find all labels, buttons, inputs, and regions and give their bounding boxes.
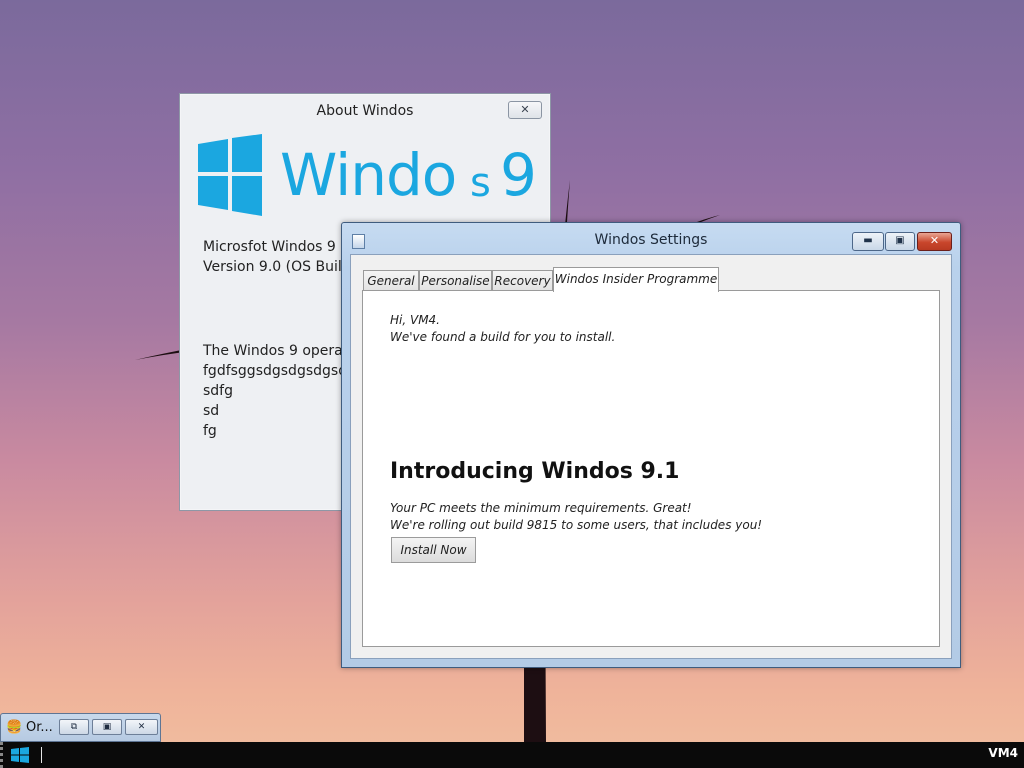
windows-logo-icon [198, 134, 262, 216]
logo-wordmark: Windo [280, 141, 457, 209]
tab-recovery[interactable]: Recovery [492, 270, 553, 291]
start-button[interactable] [0, 742, 36, 768]
windows-logo-icon [11, 747, 29, 763]
headline: Introducing Windos 9.1 [390, 459, 680, 484]
minimize-button[interactable]: ▬ [852, 232, 884, 251]
about-close-button[interactable]: ✕ [508, 101, 542, 119]
maximize-icon: ▣ [895, 235, 905, 246]
maximize-button[interactable]: ▣ [92, 719, 122, 735]
install-now-button[interactable]: Install Now [391, 537, 476, 563]
settings-body: General Personalise Recovery Windos Insi… [350, 254, 952, 659]
version-info: Microsfot Windos 9 S Version 9.0 (OS Bui… [203, 237, 351, 277]
user-label[interactable]: VM4 [988, 746, 1018, 760]
close-icon: ✕ [929, 234, 940, 247]
minimized-window-title[interactable]: Or... [26, 720, 53, 735]
tab-windos-insider-programme[interactable]: Windos Insider Programme [553, 267, 719, 292]
about-window-title: About Windos [316, 103, 414, 119]
taskbar: VM4 [0, 742, 1024, 768]
close-icon: ✕ [520, 103, 530, 116]
about-titlebar[interactable]: About Windos ✕ [180, 94, 550, 124]
restore-icon: ⧉ [70, 722, 78, 732]
detail-line: Your PC meets the minimum requirements. … [390, 501, 692, 515]
greeting-line: Hi, VM4. [390, 313, 440, 327]
restore-button[interactable]: ⧉ [59, 719, 89, 735]
detail-line: We're rolling out build 9815 to some use… [390, 518, 763, 532]
tab-personalise[interactable]: Personalise [419, 270, 492, 291]
close-button[interactable]: ✕ [917, 232, 952, 251]
logo-wordmark-number: 9 [500, 141, 537, 209]
greeting-line: We've found a build for you to install. [390, 330, 616, 344]
greeting: Hi, VM4. We've found a build for you to … [390, 312, 615, 346]
description-line: sd [203, 403, 220, 419]
description-line: sdfg [203, 383, 233, 399]
close-icon: ✕ [137, 722, 146, 732]
tab-general[interactable]: General [363, 270, 419, 291]
maximize-icon: ▣ [102, 722, 112, 732]
minimized-window[interactable]: 🍔 Or... ⧉ ▣ ✕ [0, 713, 161, 742]
minimize-icon: ▬ [863, 235, 873, 246]
burger-icon: 🍔 [6, 720, 23, 735]
description-line: fgdfsggsdgsdgsdgsd [203, 363, 348, 379]
about-description: The Windos 9 operat fgdfsggsdgsdgsdgsd s… [203, 341, 348, 441]
build-details: Your PC meets the minimum requirements. … [390, 500, 762, 534]
text-cursor [41, 747, 42, 763]
maximize-button[interactable]: ▣ [885, 232, 915, 251]
description-line: fg [203, 423, 217, 439]
logo-wordmark-s: s [470, 160, 491, 206]
version-line: Version 9.0 (OS Build [203, 259, 351, 275]
insider-panel: Hi, VM4. We've found a build for you to … [362, 290, 940, 647]
description-line: The Windos 9 operat [203, 343, 349, 359]
close-button[interactable]: ✕ [125, 719, 158, 735]
product-name: Microsfot Windos 9 S [203, 239, 350, 255]
settings-window[interactable]: Windos Settings ▬ ▣ ✕ General Personalis… [341, 222, 961, 668]
